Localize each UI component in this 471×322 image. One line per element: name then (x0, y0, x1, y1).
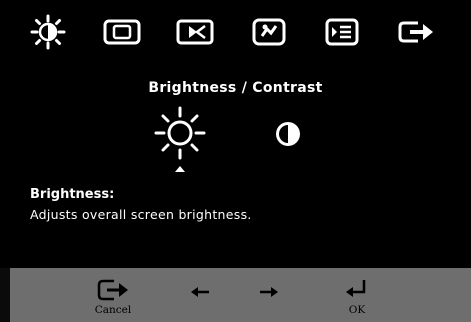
description-text: Adjusts overall screen brightness. (30, 207, 252, 222)
menu-item-options[interactable] (316, 10, 368, 54)
image-setup-icon (176, 19, 214, 45)
selection-indicator-icon (175, 166, 185, 172)
right-arrow-button[interactable] (254, 268, 284, 322)
menu-item-image-properties[interactable] (243, 10, 295, 54)
exit-arrow-icon (97, 279, 128, 301)
menu-item-exit[interactable] (390, 10, 442, 54)
image-position-icon (103, 19, 141, 45)
osd-window: Brightness / Contrast Brightness: Adjust… (0, 0, 471, 268)
cancel-label: Cancel (94, 304, 132, 316)
left-arrow-button[interactable] (185, 268, 215, 322)
ok-button[interactable]: OK (332, 268, 382, 322)
submenu-item-brightness[interactable] (150, 104, 210, 174)
description-heading: Brightness: (30, 187, 115, 202)
cancel-button[interactable]: Cancel (78, 268, 148, 322)
arrow-right-icon (260, 287, 278, 297)
image-properties-icon (252, 18, 286, 46)
enter-icon (346, 280, 366, 297)
exit-icon (398, 21, 433, 43)
contrast-icon (276, 122, 300, 146)
menu-item-image-setup[interactable] (169, 10, 221, 54)
control-button-bar: Cancel OK (10, 268, 471, 322)
menu-item-brightness-contrast[interactable] (22, 10, 74, 54)
submenu-title: Brightness / Contrast (148, 80, 323, 96)
ok-label: OK (348, 304, 366, 316)
arrow-left-icon (191, 287, 209, 297)
brightness-sun-icon (154, 106, 206, 172)
brightness-contrast-icon (30, 14, 66, 50)
main-menu-bar (22, 10, 442, 54)
submenu-item-contrast[interactable] (268, 114, 308, 154)
options-icon (325, 18, 359, 46)
menu-item-image-position[interactable] (96, 10, 148, 54)
